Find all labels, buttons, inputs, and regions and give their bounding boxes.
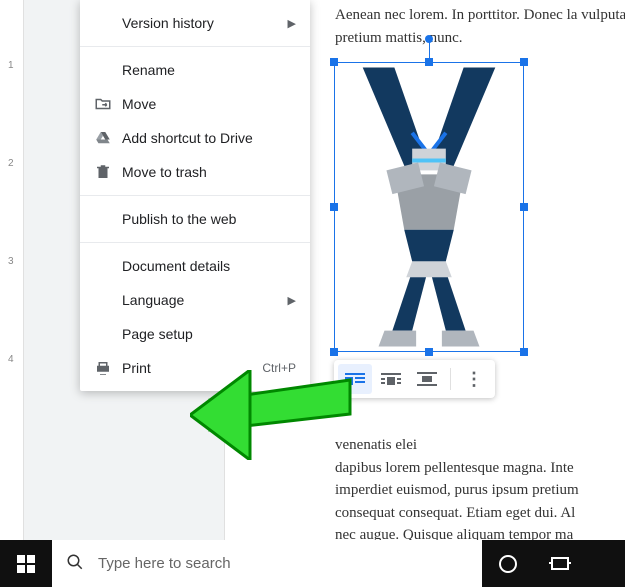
resize-handle[interactable] <box>330 203 338 211</box>
resize-handle[interactable] <box>520 58 528 66</box>
resize-handle[interactable] <box>425 348 433 356</box>
selected-image[interactable] <box>334 62 524 352</box>
cortana-button[interactable] <box>482 540 534 587</box>
ruler-mark: 2 <box>8 158 14 169</box>
submenu-arrow-icon: ▶ <box>288 294 296 307</box>
vertical-ruler: 1 2 3 4 <box>0 0 24 540</box>
menu-label: Move to trash <box>114 164 296 180</box>
menu-document-details[interactable]: Document details <box>80 249 310 283</box>
submenu-arrow-icon: ▶ <box>288 17 296 30</box>
menu-label: Publish to the web <box>114 211 296 227</box>
start-button[interactable] <box>0 540 52 587</box>
toolbar-separator <box>450 368 451 390</box>
more-options-button[interactable]: ⋮ <box>457 364 491 394</box>
menu-print[interactable]: Print Ctrl+P <box>80 351 310 385</box>
folder-move-icon <box>92 95 114 113</box>
menu-publish[interactable]: Publish to the web <box>80 202 310 236</box>
ruler-mark: 1 <box>8 60 14 71</box>
ruler-mark: 4 <box>8 354 14 365</box>
drive-icon <box>92 129 114 147</box>
resize-handle[interactable] <box>520 203 528 211</box>
menu-label: Language <box>114 292 288 308</box>
resize-handle[interactable] <box>330 348 338 356</box>
rotate-stem <box>429 41 430 59</box>
taskbar: Type here to search <box>0 540 625 587</box>
menu-label: Page setup <box>114 326 296 342</box>
menu-page-setup[interactable]: Page setup <box>80 317 310 351</box>
body-text-top: Aenean nec lorem. In porttitor. Donec la… <box>335 4 625 49</box>
wrap-inline-button[interactable] <box>338 364 372 394</box>
menu-version-history[interactable]: Version history ▶ <box>80 6 310 40</box>
resize-handle[interactable] <box>520 348 528 356</box>
search-placeholder: Type here to search <box>98 555 231 572</box>
menu-label: Print <box>114 360 262 376</box>
menu-label: Move <box>114 96 296 112</box>
print-icon <box>92 359 114 377</box>
robot-illustration <box>335 63 523 351</box>
task-view-button[interactable] <box>534 540 586 587</box>
menu-label: Version history <box>114 15 288 31</box>
menu-separator <box>80 195 310 196</box>
search-icon <box>66 553 86 574</box>
menu-label: Rename <box>114 62 296 78</box>
menu-separator <box>80 46 310 47</box>
rotate-handle[interactable] <box>425 35 433 43</box>
menu-separator <box>80 242 310 243</box>
menu-move[interactable]: Move <box>80 87 310 121</box>
trash-icon <box>92 163 114 181</box>
break-text-button[interactable] <box>410 364 444 394</box>
image-options-toolbar: ⋮ <box>334 360 495 398</box>
menu-label: Add shortcut to Drive <box>114 130 296 146</box>
file-menu: Version history ▶ Rename Move Add shortc… <box>80 0 310 391</box>
ruler-mark: 3 <box>8 256 14 267</box>
menu-language[interactable]: Language ▶ <box>80 283 310 317</box>
menu-label: Document details <box>114 258 296 274</box>
menu-add-shortcut[interactable]: Add shortcut to Drive <box>80 121 310 155</box>
resize-handle[interactable] <box>330 58 338 66</box>
resize-handle[interactable] <box>425 58 433 66</box>
menu-shortcut: Ctrl+P <box>262 361 296 375</box>
menu-rename[interactable]: Rename <box>80 53 310 87</box>
taskbar-search[interactable]: Type here to search <box>52 540 482 587</box>
menu-move-to-trash[interactable]: Move to trash <box>80 155 310 189</box>
body-text-bottom: venenatis elei dapibus lorem pellentesqu… <box>335 434 625 547</box>
wrap-text-button[interactable] <box>374 364 408 394</box>
